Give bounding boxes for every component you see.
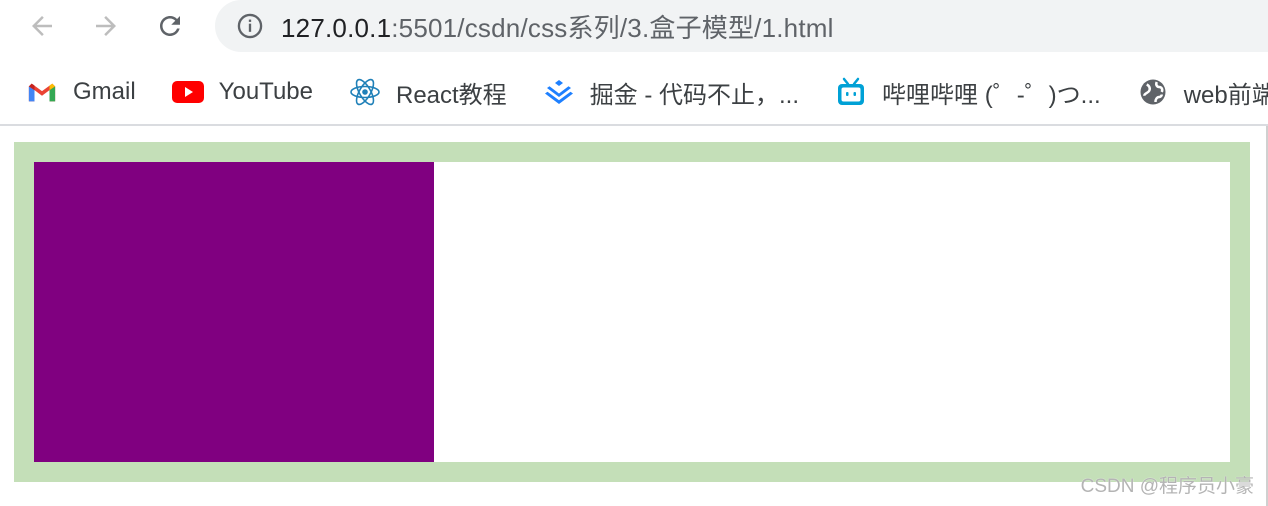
url-host: 127.0.0.1 xyxy=(281,12,392,43)
arrow-left-icon xyxy=(32,16,52,36)
purple-child-box xyxy=(34,162,434,462)
watermark: CSDN @程序员小豪 xyxy=(1080,476,1254,497)
bookmark-label: 哔哩哔哩 (゜-゜)つ... xyxy=(882,81,1101,109)
page-viewport: CSDN @程序员小豪 xyxy=(0,126,1268,506)
bookmark-label: 掘金 - 代码不止，... xyxy=(589,81,800,109)
browser-toolbar: 127.0.0.1:5501/csdn/css系列/3.盒子模型/1.html xyxy=(0,0,1268,58)
outer-box-content xyxy=(34,162,1230,462)
arrow-right-icon xyxy=(96,16,116,36)
bookmark-gmail[interactable]: Gmail xyxy=(25,72,136,112)
back-button[interactable] xyxy=(22,6,62,46)
reload-icon xyxy=(160,15,180,36)
react-icon xyxy=(348,75,382,109)
address-bar[interactable]: 127.0.0.1:5501/csdn/css系列/3.盒子模型/1.html xyxy=(215,0,1268,52)
globe-icon xyxy=(1136,75,1170,109)
url-path: :5501/csdn/css系列/3.盒子模型/1.html xyxy=(391,12,834,43)
gmail-icon xyxy=(25,75,59,109)
outer-box-border xyxy=(14,142,1250,482)
bilibili-icon xyxy=(834,75,868,109)
bookmark-label: Gmail xyxy=(73,78,136,105)
bookmark-label: YouTube xyxy=(218,78,313,105)
bookmark-web[interactable]: web前端 xyxy=(1136,72,1268,112)
bookmark-react[interactable]: React教程 xyxy=(348,72,507,112)
bookmark-label: React教程 xyxy=(395,81,507,109)
youtube-icon xyxy=(171,75,205,109)
url-text[interactable]: 127.0.0.1:5501/csdn/css系列/3.盒子模型/1.html xyxy=(281,8,834,45)
reload-button[interactable] xyxy=(150,6,190,46)
bookmark-juejin[interactable]: 掘金 - 代码不止，... xyxy=(542,72,799,112)
bookmark-bilibili[interactable]: 哔哩哔哩 (゜-゜)つ... xyxy=(834,72,1101,112)
bookmark-label: web前端 xyxy=(1183,81,1268,109)
bookmarks-bar: Gmail YouTube React教程 掘金 - 代码不止，... 哔哩哔哩… xyxy=(0,66,1268,118)
juejin-icon xyxy=(542,75,576,109)
bookmark-youtube[interactable]: YouTube xyxy=(171,72,313,112)
forward-button[interactable] xyxy=(86,6,126,46)
info-icon[interactable] xyxy=(235,11,265,41)
